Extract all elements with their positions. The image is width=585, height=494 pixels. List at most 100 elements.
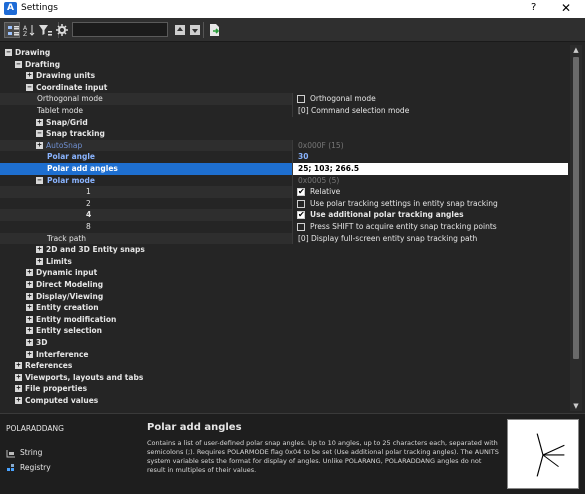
scrollbar-thumb[interactable] xyxy=(573,57,579,359)
tree-node-snap-tracking[interactable]: − Snap tracking xyxy=(0,128,568,140)
vertical-scrollbar[interactable]: ▲ ▼ xyxy=(570,45,582,411)
tree-node-entity-selection[interactable]: + Entity selection xyxy=(0,325,568,337)
tree-node-2d-3d-entity-snaps[interactable]: + 2D and 3D Entity snaps xyxy=(0,244,568,256)
expand-icon[interactable]: + xyxy=(15,373,22,381)
expand-icon[interactable]: + xyxy=(15,362,22,370)
node-label: Direct Modeling xyxy=(36,280,104,289)
property-label: Polar mode xyxy=(47,175,96,185)
expand-icon[interactable]: + xyxy=(36,257,43,265)
property-row-polar-mode[interactable]: − Polar mode 0x0005 (5) xyxy=(0,174,568,187)
collapse-icon[interactable]: − xyxy=(26,83,33,91)
move-up-icon[interactable] xyxy=(172,22,188,38)
node-label: Drawing units xyxy=(36,71,96,81)
node-label: Drafting xyxy=(25,59,61,69)
polar-mode-flag-row[interactable]: 8 Press SHIFT to acquire entity snap tra… xyxy=(0,221,568,233)
node-label: Interference xyxy=(36,349,89,359)
checkbox-label: Use additional polar tracking angles xyxy=(310,210,464,220)
collapse-icon[interactable]: − xyxy=(15,60,22,68)
categorized-view-icon[interactable] xyxy=(4,22,20,38)
collapse-icon[interactable]: − xyxy=(36,176,43,184)
tree-node-display-viewing[interactable]: + Display/Viewing xyxy=(0,291,568,303)
tree-node-entity-creation[interactable]: + Entity creation xyxy=(0,302,568,314)
node-label: Snap/Grid xyxy=(46,117,88,127)
property-value: 0x0005 (5) xyxy=(298,175,340,185)
tree-node-file-properties[interactable]: + File properties xyxy=(0,383,568,395)
export-icon[interactable] xyxy=(206,22,222,38)
expand-icon[interactable]: + xyxy=(26,350,33,358)
polar-mode-flag-row[interactable]: 1 Relative xyxy=(0,186,568,198)
tree-node-limits[interactable]: + Limits xyxy=(0,256,568,268)
node-label: Computed values xyxy=(25,396,99,405)
help-button[interactable]: ? xyxy=(531,2,536,13)
polar-mode-flag-row[interactable]: 2 Use polar tracking settings in entity … xyxy=(0,197,568,210)
tree-node-viewports[interactable]: + Viewports, layouts and tabs xyxy=(0,372,568,384)
tree-node-dynamic-input[interactable]: + Dynamic input xyxy=(0,267,568,279)
expand-icon[interactable]: + xyxy=(15,397,22,404)
flag-checkbox-polar-tracking-settings[interactable] xyxy=(297,199,305,208)
collapse-icon[interactable]: − xyxy=(5,49,12,56)
tree-node-snap-grid[interactable]: + Snap/Grid xyxy=(0,117,568,129)
variable-storage: Registry xyxy=(6,463,51,473)
expand-icon[interactable]: + xyxy=(26,269,33,277)
tree-node-interference[interactable]: + Interference xyxy=(0,349,568,361)
tree-node-coordinate-input[interactable]: − Coordinate input xyxy=(0,82,568,94)
variable-name: POLARADDANG xyxy=(6,424,64,433)
expand-icon[interactable]: + xyxy=(26,281,33,288)
property-row-polar-add-angles[interactable]: Polar add angles 25; 103; 266.5 xyxy=(0,163,568,175)
move-down-icon[interactable] xyxy=(187,22,203,38)
property-row-track-path[interactable]: Track path [0] Display full-screen entit… xyxy=(0,232,568,245)
expand-icon[interactable]: + xyxy=(36,246,43,254)
property-value: [0] Command selection mode xyxy=(298,106,410,115)
flag-checkbox-press-shift[interactable] xyxy=(297,223,305,231)
node-label: Display/Viewing xyxy=(36,291,104,301)
expand-icon[interactable]: + xyxy=(26,327,33,335)
search-input[interactable] xyxy=(72,22,168,37)
property-name-cell xyxy=(0,232,292,245)
expand-icon[interactable]: + xyxy=(36,118,43,126)
scroll-down-icon[interactable]: ▼ xyxy=(571,401,581,411)
expand-icon[interactable]: + xyxy=(26,292,33,300)
scroll-up-icon[interactable]: ▲ xyxy=(571,45,581,55)
expand-icon[interactable]: + xyxy=(36,141,43,149)
expand-icon[interactable]: + xyxy=(15,385,22,393)
polar-mode-flag-row[interactable]: 4 Use additional polar tracking angles xyxy=(0,209,568,221)
flag-number: 1 xyxy=(86,187,91,197)
tree-node-drafting[interactable]: − Drafting xyxy=(0,59,568,71)
tree-node-3d[interactable]: + 3D xyxy=(0,337,568,349)
close-button[interactable]: ✕ xyxy=(561,1,571,15)
expand-icon[interactable]: + xyxy=(26,72,33,80)
flag-checkbox-additional-angles[interactable] xyxy=(297,209,305,221)
node-label: Viewports, layouts and tabs xyxy=(25,372,144,382)
property-name-cell xyxy=(0,221,292,233)
string-type-icon xyxy=(6,450,15,458)
alphabetical-view-icon[interactable]: AZ xyxy=(21,22,37,38)
filter-icon[interactable] xyxy=(37,22,53,38)
property-row-polar-angle[interactable]: Polar angle 30 xyxy=(0,151,568,163)
title-bar: A Settings ? ✕ xyxy=(0,0,585,18)
property-row-orthogonal-mode[interactable]: Orthogonal mode Orthogonal mode xyxy=(0,93,568,105)
tree-node-direct-modeling[interactable]: + Direct Modeling xyxy=(0,279,568,291)
polar-add-angles-input[interactable]: 25; 103; 266.5 xyxy=(296,163,568,175)
node-label: Coordinate input xyxy=(36,82,108,92)
tree-node-drawing-units[interactable]: + Drawing units xyxy=(0,70,568,82)
property-row-autosnap[interactable]: + AutoSnap 0x000F (15) xyxy=(0,139,568,152)
tree-node-references[interactable]: + References xyxy=(0,360,568,372)
variable-type: String xyxy=(6,448,42,458)
flag-checkbox-relative[interactable] xyxy=(297,186,305,198)
property-row-tablet-mode[interactable]: Tablet mode [0] Command selection mode xyxy=(0,105,568,117)
settings-gear-icon[interactable] xyxy=(54,22,70,38)
orthogonal-mode-checkbox[interactable] xyxy=(297,95,305,104)
node-label: Dynamic input xyxy=(36,268,98,278)
property-label: Track path xyxy=(47,233,87,243)
expand-icon[interactable]: + xyxy=(26,339,33,346)
property-name-cell xyxy=(0,139,292,152)
tree-node-drawing[interactable]: − Drawing xyxy=(0,47,568,59)
collapse-icon[interactable]: − xyxy=(36,130,43,138)
property-name-cell xyxy=(0,163,292,175)
expand-icon[interactable]: + xyxy=(26,315,33,323)
tree-node-computed-values[interactable]: + Computed values xyxy=(0,395,568,407)
tree-node-entity-modification[interactable]: + Entity modification xyxy=(0,314,568,326)
property-name-cell xyxy=(0,186,292,198)
expand-icon[interactable]: + xyxy=(26,304,33,312)
node-label: Entity modification xyxy=(36,314,117,324)
